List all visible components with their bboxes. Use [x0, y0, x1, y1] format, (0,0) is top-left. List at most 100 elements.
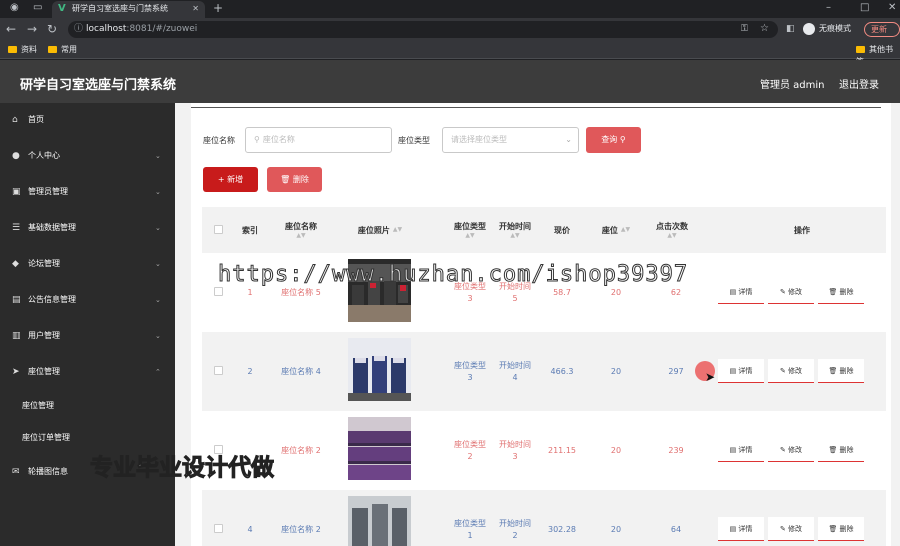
- sidebar-item-label: 首页: [28, 115, 44, 124]
- bookmark-folder[interactable]: 常用: [48, 44, 77, 56]
- cell-seat: 20: [610, 445, 622, 455]
- tab-close-icon[interactable]: ✕: [192, 1, 199, 16]
- sidebar-item-label: 公告信息管理: [28, 295, 76, 304]
- row-checkbox[interactable]: [214, 287, 223, 296]
- cell-price: 211.15: [548, 445, 576, 455]
- bookmark-star-icon[interactable]: ☆: [760, 22, 769, 36]
- minimize-button[interactable]: –: [826, 2, 831, 14]
- chevron-down-icon: ⌄: [155, 188, 161, 196]
- detail-button[interactable]: ▤ 详情: [718, 359, 764, 383]
- user-icon: ●: [12, 151, 20, 161]
- sidebar-subitem-seat-orders[interactable]: 座位订单管理: [0, 428, 175, 448]
- edit-button[interactable]: ✎ 修改: [768, 280, 814, 304]
- col-clicks[interactable]: 点击次数 ▲▼: [642, 207, 702, 253]
- sidebar-item-forum[interactable]: ◆ 论坛管理 ⌄: [0, 254, 175, 274]
- cell-price: 302.28: [548, 524, 576, 534]
- table-header: 索引 座位名称 ▲▼ 座位照片 ▲▼ 座位类型 ▲▼ 开始时间 ▲▼ 现价 座位 ▲▼ 点…: [202, 207, 886, 253]
- col-index: 索引: [242, 225, 258, 235]
- reload-icon[interactable]: ↻: [47, 22, 57, 36]
- chevron-down-icon: ⌄: [155, 224, 161, 232]
- batch-delete-button[interactable]: 🗑 删除: [267, 167, 322, 192]
- sidepanel-icon[interactable]: ◧: [786, 22, 795, 36]
- browser-tab[interactable]: V 研学自习室选座与门禁系统 ✕: [52, 1, 205, 18]
- delete-button[interactable]: 🗑 删除: [818, 438, 864, 462]
- new-tab-button[interactable]: +: [213, 2, 223, 14]
- sidebar-item-personal[interactable]: ● 个人中心 ⌄: [0, 146, 175, 166]
- edit-button[interactable]: ✎ 修改: [768, 359, 814, 383]
- sidebar-item-label: 轮播图信息: [28, 467, 68, 476]
- home-icon: ⌂: [12, 115, 18, 125]
- tab-overview-icon[interactable]: ▭: [33, 2, 42, 14]
- sidebar-subitem-seat-manage[interactable]: 座位管理: [0, 396, 175, 416]
- site-info-icon[interactable]: ⓘ: [74, 21, 83, 38]
- search-icon: ⚲: [254, 135, 260, 144]
- seat-type-select[interactable]: 请选择座位类型 ⌄: [442, 127, 579, 153]
- update-button[interactable]: 更新: [864, 22, 900, 37]
- seat-table: 索引 座位名称 ▲▼ 座位照片 ▲▼ 座位类型 ▲▼ 开始时间 ▲▼ 现价 座位 ▲▼ 点…: [202, 207, 886, 546]
- key-icon[interactable]: ⚿: [741, 22, 748, 36]
- cell-name: 座位名称 4: [281, 366, 321, 376]
- seat-name-placeholder: 座位名称: [262, 135, 295, 144]
- incognito-avatar: [803, 22, 815, 35]
- sidebar-item-basedata[interactable]: ☰ 基础数据管理 ⌄: [0, 218, 175, 238]
- sidebar-item-label: 个人中心: [28, 151, 60, 160]
- bookmark-folder[interactable]: 资料: [8, 44, 37, 56]
- admin-label: 管理员 admin: [760, 80, 825, 91]
- detail-button[interactable]: ▤ 详情: [718, 280, 764, 304]
- sidebar-item-label: 管理员管理: [28, 187, 68, 196]
- close-window-button[interactable]: ✕: [888, 2, 896, 14]
- delete-button[interactable]: 🗑 删除: [818, 280, 864, 304]
- seat-photo: [348, 496, 411, 546]
- sidebar-item-home[interactable]: ⌂ 首页: [0, 110, 175, 130]
- add-button[interactable]: + 新增: [203, 167, 258, 192]
- col-start[interactable]: 开始时间 ▲▼: [493, 207, 537, 253]
- forward-icon[interactable]: →: [27, 22, 37, 36]
- detail-button[interactable]: ▤ 详情: [718, 517, 764, 541]
- incognito-profile[interactable]: 无痕模式: [803, 22, 851, 36]
- col-seat[interactable]: 座位 ▲▼: [596, 207, 636, 253]
- browser-tabbar: ◉ ▭ V 研学自习室选座与门禁系统 ✕ + – □ ✕: [0, 0, 900, 18]
- back-icon[interactable]: ←: [6, 22, 16, 36]
- url-path: :8081/#/zuowei: [126, 24, 198, 34]
- edit-button[interactable]: ✎ 修改: [768, 517, 814, 541]
- notice-icon: ▤: [12, 295, 21, 305]
- delete-button[interactable]: 🗑 删除: [818, 517, 864, 541]
- cell-type: 座位类型 2: [454, 439, 486, 461]
- seat-photo: [348, 338, 411, 401]
- col-type[interactable]: 座位类型 ▲▼: [447, 207, 493, 253]
- cell-type: 座位类型 1: [454, 518, 486, 540]
- sort-icon: ▲▼: [465, 231, 475, 239]
- maximize-button[interactable]: □: [860, 2, 869, 14]
- cell-name: 座位名称 2: [281, 445, 321, 455]
- sidebar-item-label: 座位管理: [28, 367, 60, 376]
- sidebar-item-label: 论坛管理: [28, 259, 60, 268]
- row-checkbox[interactable]: [214, 524, 223, 533]
- content-panel: 座位名称 ⚲ 座位名称 座位类型 请选择座位类型 ⌄ 查询 ⚲ + 新增 🗑 删除…: [191, 103, 891, 546]
- sort-icon: ▲▼: [667, 231, 677, 239]
- cell-seat: 20: [610, 524, 622, 534]
- select-all-checkbox[interactable]: [214, 225, 223, 234]
- query-button[interactable]: 查询 ⚲: [586, 127, 641, 153]
- carousel-icon: ✉: [12, 467, 20, 477]
- seat-photo: [348, 417, 411, 480]
- admin-icon: ▣: [12, 187, 21, 197]
- sidebar-item-seats[interactable]: ➤ 座位管理 ⌃: [0, 362, 175, 382]
- chevron-down-icon: ⌄: [155, 332, 161, 340]
- url-input[interactable]: ⓘ localhost:8081/#/zuowei: [68, 21, 778, 38]
- vue-logo-icon: V: [58, 3, 66, 14]
- table-row: 座位名称 2 座位类型 2 开始时间 3 211.15 20 239 ▤ 详情 ✎ 修改 🗑 删…: [202, 411, 886, 490]
- edit-button[interactable]: ✎ 修改: [768, 438, 814, 462]
- col-name[interactable]: 座位名称 ▲▼: [268, 207, 334, 253]
- delete-button[interactable]: 🗑 删除: [818, 359, 864, 383]
- col-photo[interactable]: 座位照片 ▲▼: [340, 207, 420, 253]
- folder-icon: [48, 46, 57, 53]
- row-checkbox[interactable]: [214, 366, 223, 375]
- logout-link[interactable]: 退出登录: [839, 76, 879, 91]
- browser-menu-icon[interactable]: ◉: [10, 2, 19, 14]
- detail-button[interactable]: ▤ 详情: [718, 438, 764, 462]
- seat-name-input[interactable]: ⚲ 座位名称: [245, 127, 392, 153]
- send-icon: ➤: [12, 367, 20, 377]
- sidebar-item-notice[interactable]: ▤ 公告信息管理 ⌄: [0, 290, 175, 310]
- sidebar-item-users[interactable]: ▥ 用户管理 ⌄: [0, 326, 175, 346]
- sidebar-item-admin[interactable]: ▣ 管理员管理 ⌄: [0, 182, 175, 202]
